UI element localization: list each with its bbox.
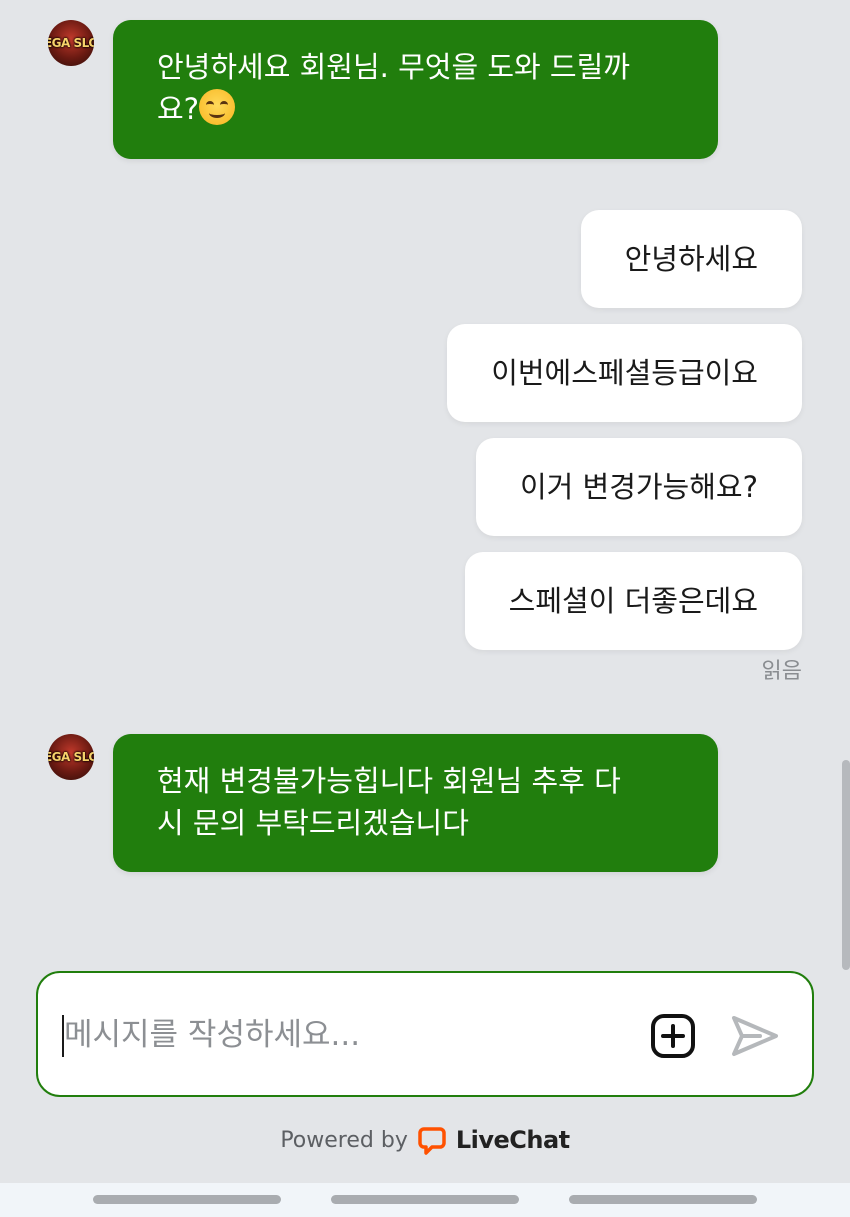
user-message-text: 스페셜이 더좋은데요 (508, 584, 758, 618)
system-navigation-bar (0, 1183, 850, 1217)
nav-pill (331, 1195, 519, 1204)
agent-message-text: 요? (157, 92, 200, 126)
user-message-text: 안녕하세요 (624, 242, 758, 276)
agent-avatar: EGA SLO (48, 20, 94, 66)
agent-message: 안녕하세요 회원님. 무엇을 도와 드릴까 요? (113, 20, 718, 159)
plus-square-icon (651, 1014, 695, 1058)
send-icon (732, 1016, 778, 1056)
agent-avatar-text: EGA SLO (48, 36, 94, 50)
nav-pill (569, 1195, 757, 1204)
livechat-brand-link[interactable]: LiveChat (456, 1126, 570, 1154)
message-input[interactable] (64, 1003, 624, 1067)
agent-message-text: 시 문의 부탁드리겠습니다 (157, 806, 469, 840)
smiling-face-icon (199, 89, 236, 125)
agent-message: 현재 변경불가능힙니다 회원님 추후 다 시 문의 부탁드리겠습니다 (113, 734, 718, 872)
user-message: 이번에스페셜등급이요 (447, 324, 802, 422)
send-button[interactable] (730, 1013, 780, 1059)
chat-scrollbar[interactable] (842, 760, 850, 970)
message-composer (36, 971, 814, 1097)
user-message-text: 이거 변경가능해요? (519, 470, 758, 504)
user-message: 스페셜이 더좋은데요 (464, 552, 802, 650)
user-message-text: 이번에스페셜등급이요 (491, 356, 758, 390)
agent-message-text: 안녕하세요 회원님. 무엇을 도와 드릴까 (157, 50, 630, 84)
attach-button[interactable] (650, 1013, 696, 1059)
livechat-logo-icon[interactable] (418, 1125, 446, 1155)
read-receipt: 읽음 (761, 659, 802, 684)
user-message: 이거 변경가능해요? (475, 438, 802, 536)
agent-message-text: 현재 변경불가능힙니다 회원님 추후 다 (157, 764, 621, 798)
agent-avatar: EGA SLO (48, 734, 94, 780)
agent-avatar-text: EGA SLO (48, 750, 94, 764)
user-message: 안녕하세요 (580, 210, 802, 308)
nav-pill (93, 1195, 281, 1204)
powered-by-footer: Powered by LiveChat (0, 1120, 850, 1160)
powered-by-label: Powered by (280, 1127, 408, 1153)
